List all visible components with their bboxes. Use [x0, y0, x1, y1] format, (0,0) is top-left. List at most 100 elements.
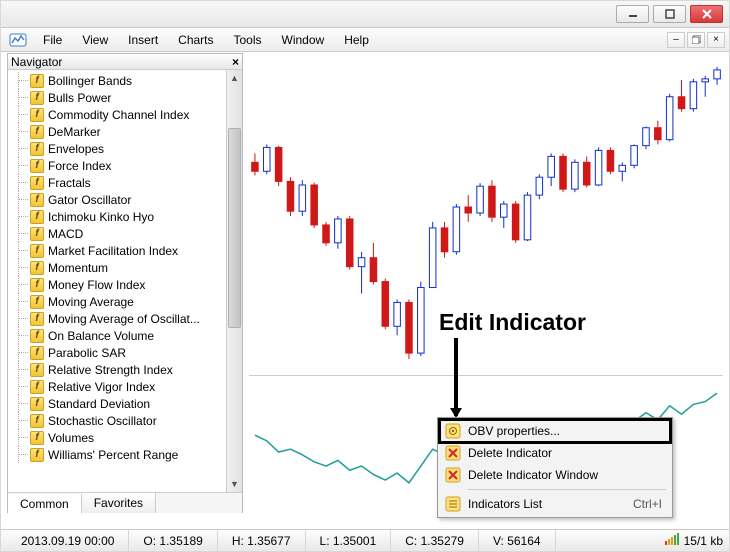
function-icon: [30, 312, 44, 326]
function-icon: [30, 108, 44, 122]
ctx-item-label: OBV properties...: [468, 424, 560, 438]
indicator-label: Moving Average: [48, 295, 134, 309]
menu-file[interactable]: File: [33, 30, 72, 50]
function-icon: [30, 431, 44, 445]
ctx-item-label: Delete Indicator Window: [468, 468, 598, 482]
indicator-item[interactable]: Williams' Percent Range: [8, 446, 226, 463]
indicator-label: Relative Vigor Index: [48, 380, 155, 394]
function-icon: [30, 227, 44, 241]
indicator-item[interactable]: Parabolic SAR: [8, 344, 226, 361]
status-bar: 2013.09.19 00:00 O: 1.35189 H: 1.35677 L…: [1, 529, 729, 551]
tab-common[interactable]: Common: [8, 494, 82, 514]
status-high: H: 1.35677: [218, 530, 306, 551]
function-icon: [30, 414, 44, 428]
ctx-delete-indicator[interactable]: Delete Indicator: [440, 442, 670, 464]
scroll-thumb[interactable]: [228, 128, 241, 328]
mdi-close-button[interactable]: ×: [707, 32, 725, 48]
indicator-item[interactable]: Volumes: [8, 429, 226, 446]
navigator-header: Navigator ×: [8, 54, 242, 70]
ctx-separator: [468, 489, 666, 490]
navigator-title: Navigator: [11, 55, 62, 69]
indicator-item[interactable]: Moving Average of Oscillat...: [8, 310, 226, 327]
mdi-restore-button[interactable]: [687, 32, 705, 48]
indicator-item[interactable]: Gator Oscillator: [8, 191, 226, 208]
maximize-button[interactable]: [653, 5, 686, 23]
function-icon: [30, 210, 44, 224]
indicator-item[interactable]: On Balance Volume: [8, 327, 226, 344]
indicator-item[interactable]: Momentum: [8, 259, 226, 276]
navigator-scrollbar[interactable]: ▲ ▼: [226, 70, 242, 492]
window-titlebar: [1, 1, 729, 28]
indicator-label: On Balance Volume: [48, 329, 154, 343]
indicator-item[interactable]: Money Flow Index: [8, 276, 226, 293]
function-icon: [30, 176, 44, 190]
indicator-label: Gator Oscillator: [48, 193, 131, 207]
close-button[interactable]: [690, 5, 723, 23]
indicator-label: Envelopes: [48, 142, 104, 156]
indicator-label: Standard Deviation: [48, 397, 150, 411]
minimize-button[interactable]: [616, 5, 649, 23]
annotation-arrow-icon: [454, 338, 458, 416]
menu-window[interactable]: Window: [272, 30, 335, 50]
ctx-indicators-list[interactable]: Indicators List Ctrl+I: [440, 493, 670, 515]
function-icon: [30, 295, 44, 309]
indicator-item[interactable]: Market Facilitation Index: [8, 242, 226, 259]
function-icon: [30, 261, 44, 275]
scroll-up-icon[interactable]: ▲: [227, 70, 242, 86]
indicator-label: Parabolic SAR: [48, 346, 126, 360]
navigator-panel: Navigator × Bollinger Bands Bulls Power Co…: [7, 53, 243, 513]
ctx-shortcut: Ctrl+I: [633, 497, 662, 511]
status-open: O: 1.35189: [129, 530, 217, 551]
indicator-label: Momentum: [48, 261, 108, 275]
indicator-item[interactable]: Force Index: [8, 157, 226, 174]
indicator-item[interactable]: Fractals: [8, 174, 226, 191]
menu-insert[interactable]: Insert: [118, 30, 168, 50]
indicator-label: Volumes: [48, 431, 94, 445]
indicator-label: Stochastic Oscillator: [48, 414, 157, 428]
menu-charts[interactable]: Charts: [168, 30, 223, 50]
indicator-item[interactable]: Relative Strength Index: [8, 361, 226, 378]
menu-bar: FileViewInsertChartsToolsWindowHelp – ×: [1, 28, 729, 52]
indicator-label: Bulls Power: [48, 91, 111, 105]
indicator-item[interactable]: Relative Vigor Index: [8, 378, 226, 395]
indicator-item[interactable]: Standard Deviation: [8, 395, 226, 412]
function-icon: [30, 397, 44, 411]
menu-view[interactable]: View: [72, 30, 118, 50]
menu-tools[interactable]: Tools: [224, 30, 272, 50]
scroll-down-icon[interactable]: ▼: [227, 476, 242, 492]
context-menu: OBV properties... Delete Indicator Delet…: [437, 417, 673, 518]
indicator-item[interactable]: Moving Average: [8, 293, 226, 310]
ctx-delete-indicator-window[interactable]: Delete Indicator Window: [440, 464, 670, 486]
function-icon: [30, 142, 44, 156]
indicator-item[interactable]: Commodity Channel Index: [8, 106, 226, 123]
tab-favorites[interactable]: Favorites: [82, 493, 156, 513]
ctx-obv-properties[interactable]: OBV properties...: [440, 420, 670, 442]
function-icon: [30, 363, 44, 377]
indicator-label: Relative Strength Index: [48, 363, 173, 377]
indicator-item[interactable]: MACD: [8, 225, 226, 242]
indicator-item[interactable]: Bollinger Bands: [8, 72, 226, 89]
indicator-label: Money Flow Index: [48, 278, 145, 292]
function-icon: [30, 448, 44, 462]
navigator-close-button[interactable]: ×: [232, 55, 239, 69]
menu-help[interactable]: Help: [334, 30, 379, 50]
tab-label: Common: [20, 497, 69, 511]
function-icon: [30, 329, 44, 343]
indicator-label: Williams' Percent Range: [48, 448, 178, 462]
function-icon: [30, 346, 44, 360]
indicator-label: Commodity Channel Index: [48, 108, 189, 122]
delete-icon: [444, 444, 462, 462]
indicator-item[interactable]: DeMarker: [8, 123, 226, 140]
mdi-minimize-button[interactable]: –: [667, 32, 685, 48]
function-icon: [30, 380, 44, 394]
indicator-item[interactable]: Ichimoku Kinko Hyo: [8, 208, 226, 225]
indicator-item[interactable]: Envelopes: [8, 140, 226, 157]
ctx-item-label: Indicators List: [468, 497, 542, 511]
function-icon: [30, 74, 44, 88]
indicator-item[interactable]: Bulls Power: [8, 89, 226, 106]
indicator-item[interactable]: Stochastic Oscillator: [8, 412, 226, 429]
connection-bars-icon: [665, 533, 680, 548]
annotation-label: Edit Indicator: [439, 309, 586, 336]
function-icon: [30, 193, 44, 207]
function-icon: [30, 244, 44, 258]
